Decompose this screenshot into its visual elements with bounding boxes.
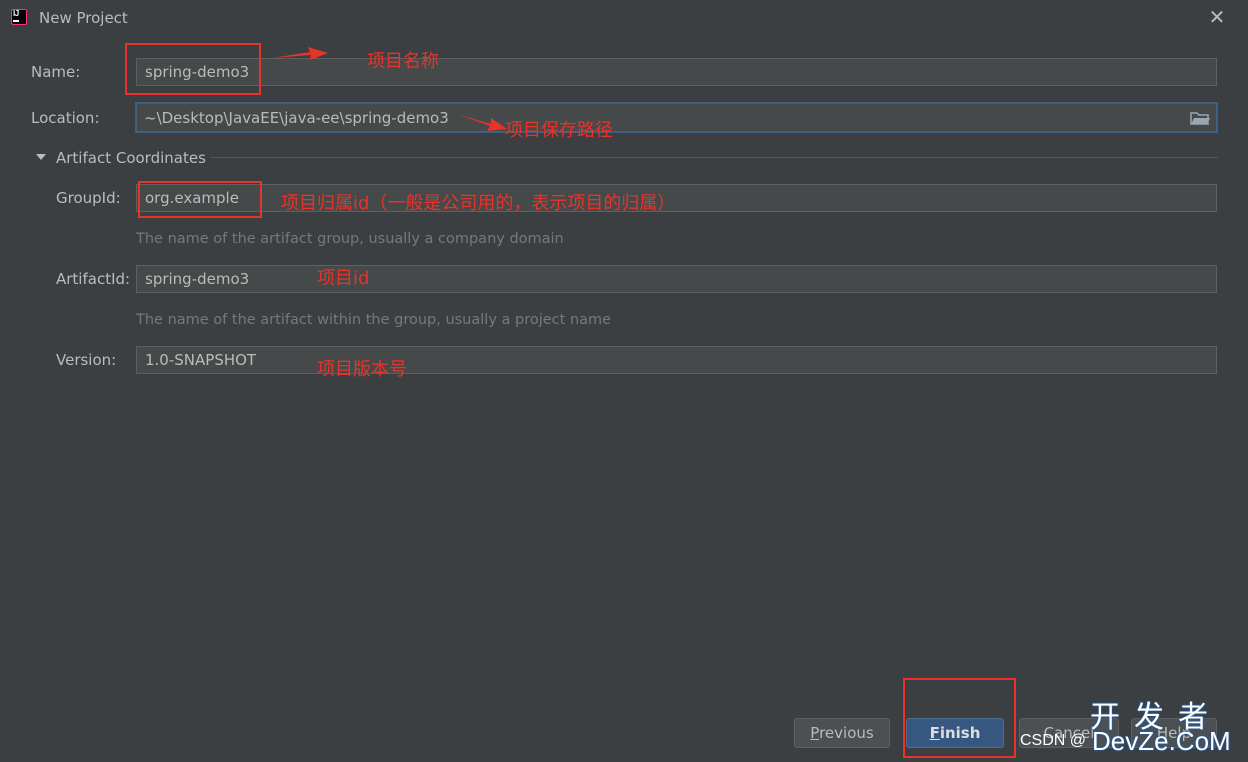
artifactid-label: ArtifactId: [56,270,131,288]
annotation-text-name: 项目名称 [367,51,439,72]
annotation-text-groupid: 项目归属id（一般是公司用的，表示项目的归属） [281,193,676,214]
annotation-box-groupid [138,181,262,218]
location-label: Location: [31,109,100,127]
title-bar: IJ New Project ✕ [0,0,1248,36]
annotation-text-version: 项目版本号 [317,359,407,380]
name-label: Name: [31,63,81,81]
watermark-bottom: DevZe.CoM [1092,726,1231,756]
window-title: New Project [39,9,128,27]
annotation-box-name [125,43,261,95]
version-label: Version: [56,351,117,369]
annotation-text-location: 项目保存路径 [505,120,613,141]
annotation-arrow-name [272,47,328,60]
groupid-hint: The name of the artifact group, usually … [136,231,564,247]
annotation-text-artifactid: 项目id [317,268,370,289]
triangle-down-icon[interactable] [35,150,47,164]
artifactid-input[interactable] [136,265,1217,293]
folder-icon[interactable] [1190,110,1210,126]
previous-button[interactable]: Previous [794,718,890,748]
annotation-box-finish [903,678,1016,758]
intellij-app-icon: IJ [11,9,27,25]
close-icon[interactable]: ✕ [1205,4,1229,30]
version-input[interactable] [136,346,1217,374]
groupid-label: GroupId: [56,189,121,207]
location-input[interactable] [135,102,1218,133]
annotation-arrow-location [457,114,507,131]
artifact-coordinates-title[interactable]: Artifact Coordinates [56,149,206,167]
watermark-prefix: CSDN @ [1020,732,1087,749]
section-divider [210,157,1218,158]
artifactid-hint: The name of the artifact within the grou… [136,312,612,328]
